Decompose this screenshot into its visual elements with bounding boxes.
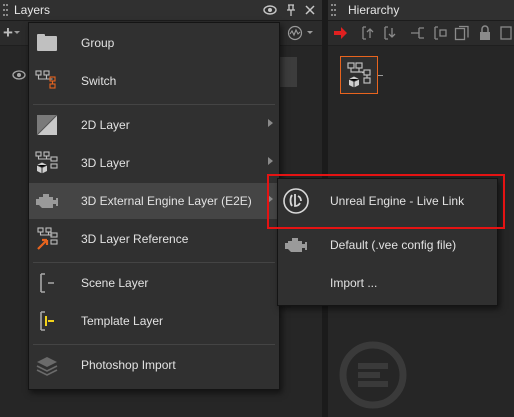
node-connector [378, 75, 383, 76]
menu-item-photoshop-import[interactable]: Photoshop Import [29, 347, 279, 383]
hierarchy-node-3d-layer[interactable] [340, 56, 378, 94]
menu-item-3d-layer[interactable]: 3D Layer [29, 145, 279, 181]
pin-icon[interactable] [286, 4, 296, 16]
more-icon[interactable] [500, 25, 512, 41]
group-icon [35, 31, 59, 55]
hierarchy-toolbar [328, 21, 514, 46]
menu-item-label: Photoshop Import [81, 358, 176, 372]
layers-titlebar: Layers [0, 0, 322, 21]
2d-layer-icon [35, 113, 59, 137]
chevron-down-icon[interactable] [307, 31, 313, 35]
panel-grip-icon[interactable] [3, 4, 9, 16]
menu-separator [33, 104, 275, 105]
menu-separator [33, 262, 275, 263]
menu-item-scene-layer[interactable]: Scene Layer [29, 265, 279, 301]
3d-layer-reference-icon [35, 227, 59, 251]
add-layer-button[interactable]: + [3, 23, 13, 43]
visibility-eye-icon[interactable] [12, 70, 26, 80]
add-layer-menu: Group Switch 2D Layer 3D Layer 3D Extern… [28, 22, 280, 390]
menu-item-2d-layer[interactable]: 2D Layer [29, 107, 279, 143]
menu-item-label: 3D Layer Reference [81, 232, 189, 246]
close-icon[interactable] [305, 5, 315, 15]
menu-item-label: Group [81, 36, 115, 50]
duplicate-icon[interactable] [454, 25, 470, 41]
template-layer-icon [35, 309, 59, 333]
layers-title: Layers [14, 3, 51, 17]
lock-icon[interactable] [478, 25, 492, 41]
menu-item-label: 2D Layer [81, 118, 130, 132]
bracket-up-icon[interactable] [360, 25, 374, 41]
menu-item-switch[interactable]: Switch [29, 63, 279, 99]
submenu-arrow-icon [268, 119, 273, 127]
menu-item-label: 3D External Engine Layer (E2E) [81, 194, 252, 208]
hierarchy-title: Hierarchy [348, 3, 400, 17]
submenu-arrow-icon [268, 157, 273, 165]
engine-icon [35, 189, 59, 213]
chevron-down-icon[interactable] [14, 31, 20, 35]
submenu-item-import[interactable]: Import ... [278, 265, 497, 301]
panel-grip-icon[interactable] [331, 4, 337, 16]
eye-icon[interactable] [263, 5, 277, 15]
menu-item-group[interactable]: Group [29, 25, 279, 61]
group-bracket-icon[interactable] [432, 25, 448, 41]
menu-item-3d-layer-reference[interactable]: 3D Layer Reference [29, 221, 279, 257]
menu-separator [33, 344, 275, 345]
go-to-arrow-icon[interactable] [333, 26, 347, 40]
3d-layer-icon [346, 61, 374, 89]
indent-icon[interactable] [410, 25, 426, 41]
scene-layer-icon [35, 271, 59, 295]
menu-item-label: Template Layer [81, 314, 164, 328]
submenu-item-default-vee-config[interactable]: Default (.vee config file) [278, 227, 497, 263]
annotation-highlight-box [267, 174, 505, 229]
switch-icon [35, 69, 59, 93]
engine-icon [284, 233, 308, 257]
menu-item-label: Switch [81, 74, 117, 88]
menu-item-label: 3D Layer [81, 156, 130, 170]
photoshop-import-icon [35, 353, 59, 377]
brand-watermark-logo [338, 340, 408, 410]
menu-item-label: Scene Layer [81, 276, 149, 290]
menu-item-3d-external-engine-layer[interactable]: 3D External Engine Layer (E2E) [29, 183, 279, 219]
submenu-item-label: Import ... [330, 276, 378, 290]
bracket-down-icon[interactable] [382, 25, 396, 41]
hierarchy-titlebar: Hierarchy [328, 0, 514, 21]
3d-layer-icon [35, 151, 59, 175]
monitor-icon[interactable] [287, 25, 303, 41]
submenu-item-label: Default (.vee config file) [330, 238, 457, 252]
menu-item-template-layer[interactable]: Template Layer [29, 303, 279, 339]
